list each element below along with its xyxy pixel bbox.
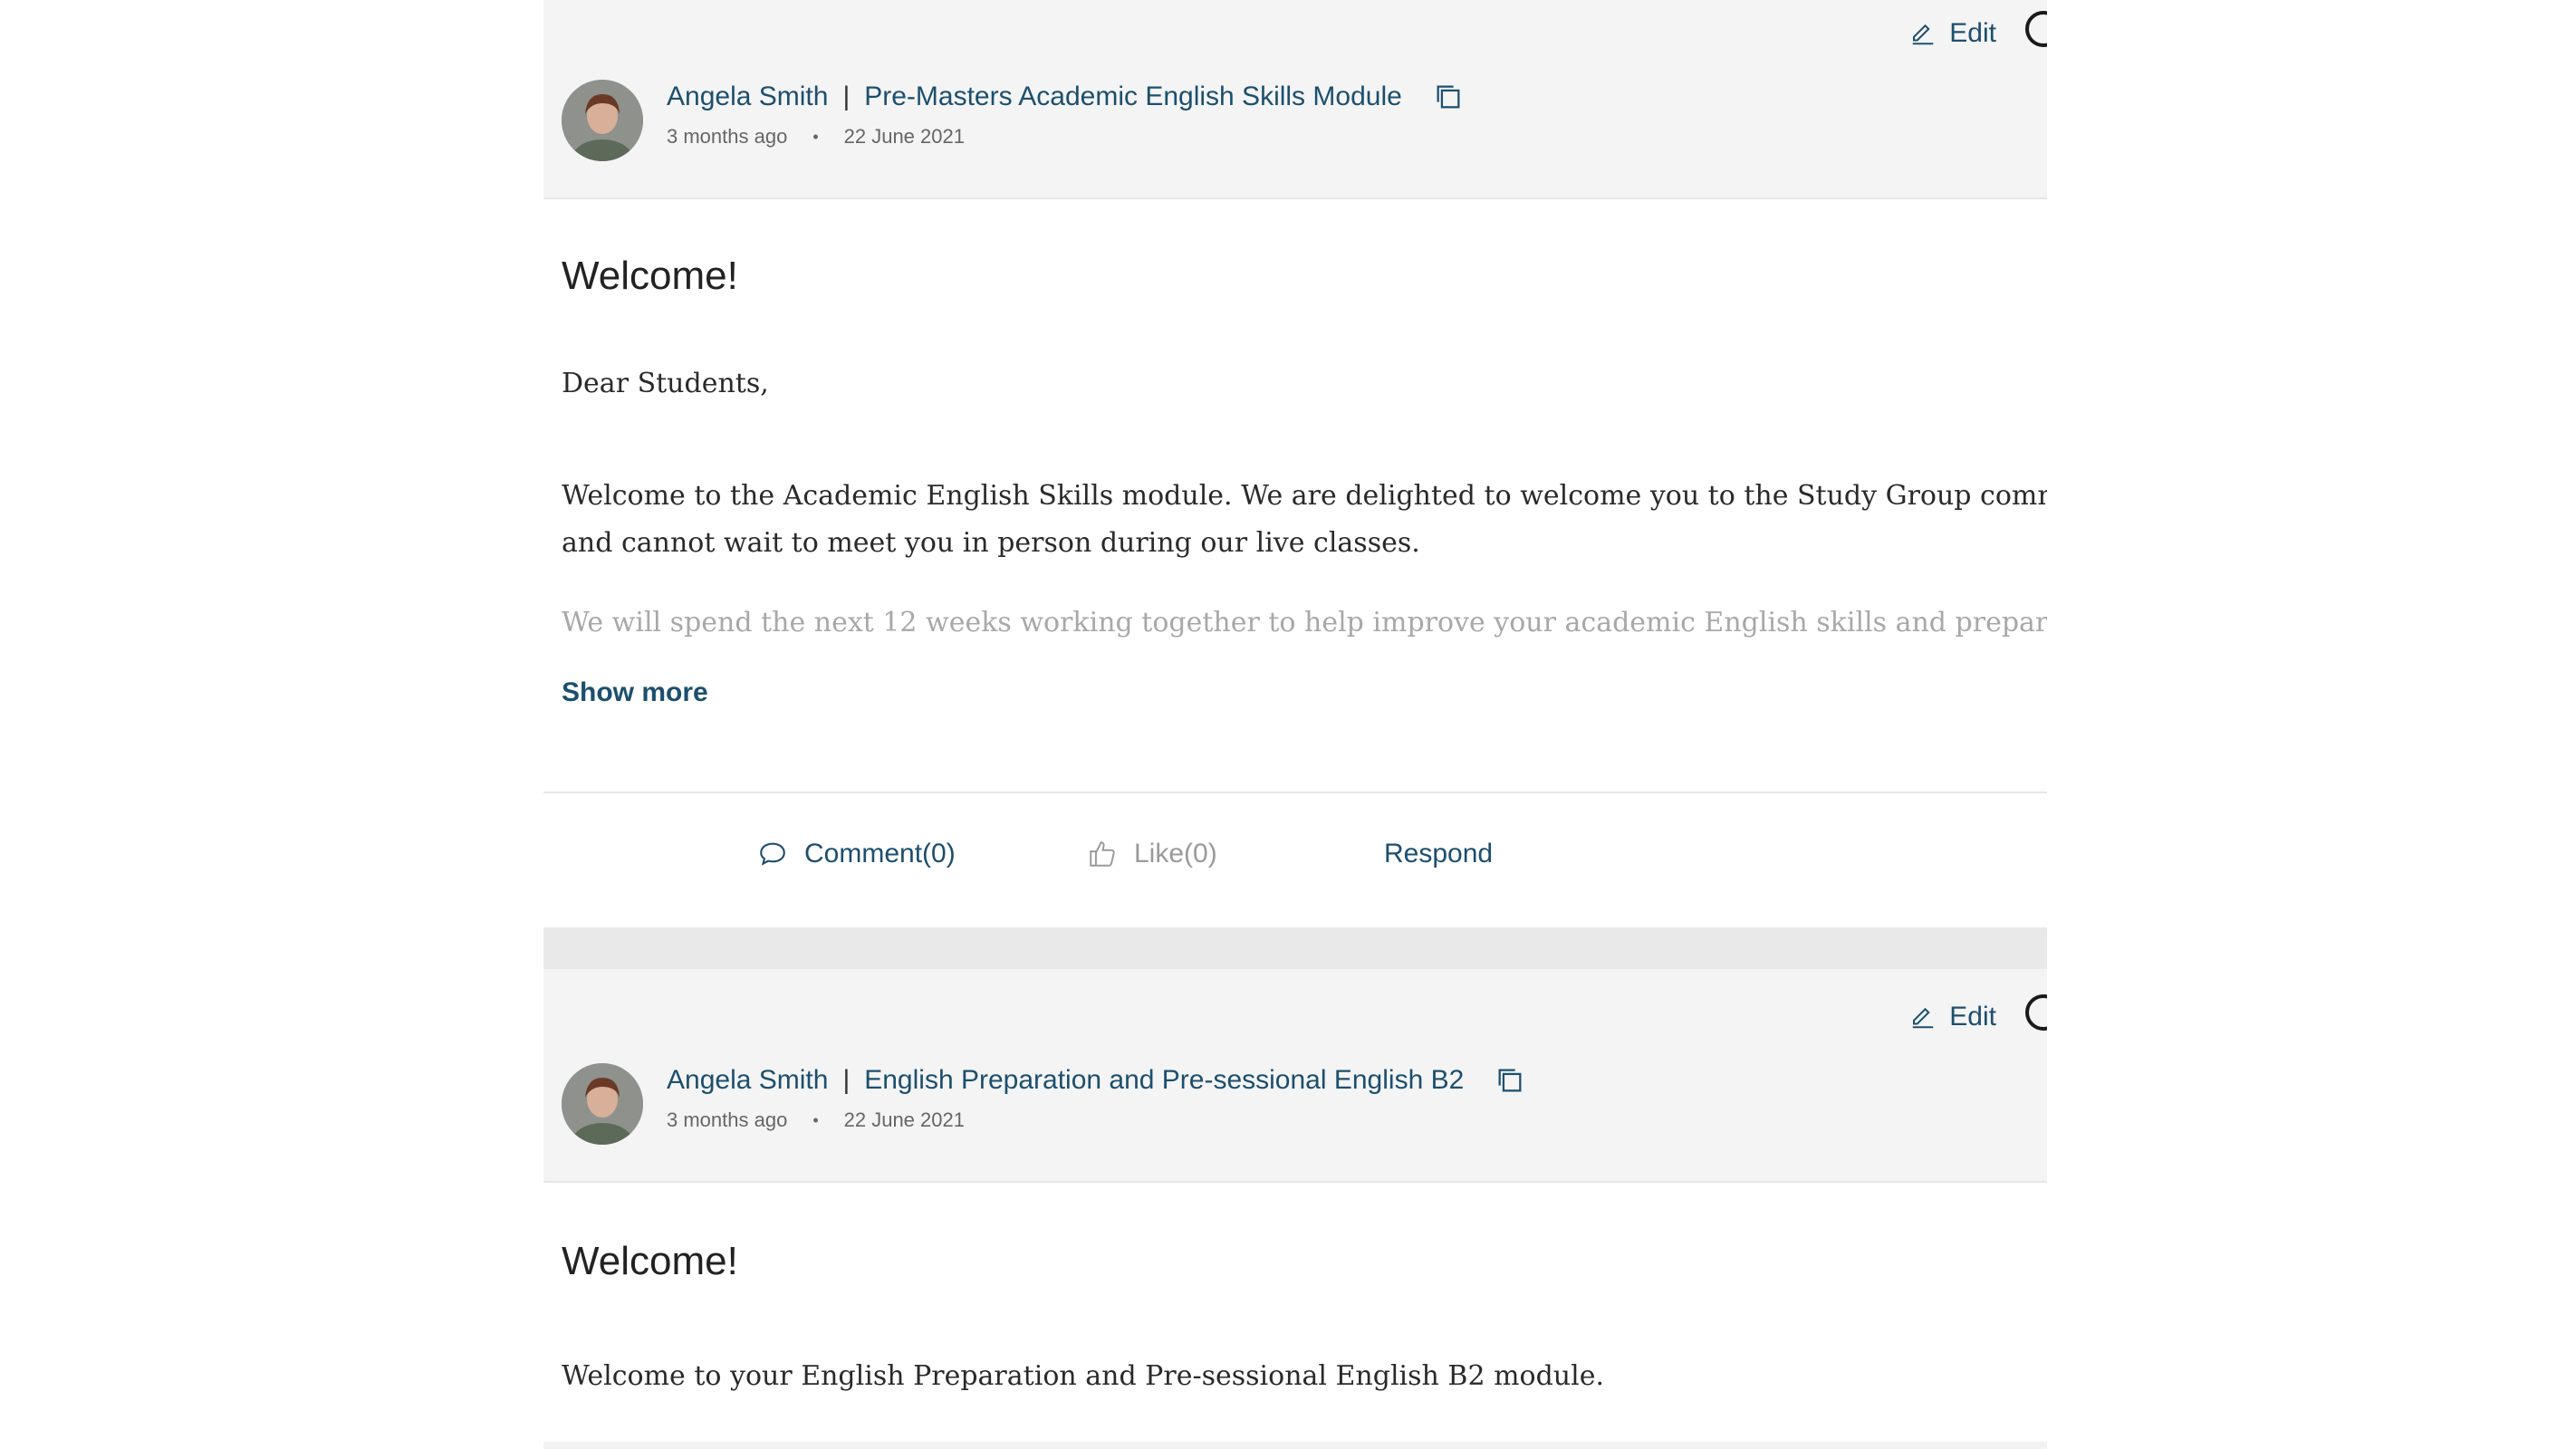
- post-greeting: Dear Students,: [562, 368, 769, 399]
- edit-label: Edit: [1949, 18, 1996, 48]
- speech-bubble-icon: [760, 842, 785, 866]
- post-footer-edge: [543, 1442, 2047, 1449]
- pencil-icon: [1913, 24, 1934, 45]
- respond-button[interactable]: Respond: [1384, 839, 1493, 869]
- like-label: Like(0): [1134, 839, 1217, 868]
- post-paragraph-faded: We will spend the next 12 weeks working …: [562, 607, 2047, 638]
- module-link[interactable]: Pre-Masters Academic English Skills Modu…: [864, 82, 1402, 112]
- more-options-button[interactable]: [2025, 994, 2047, 1031]
- post-paragraph-line: Welcome to the Academic English Skills m…: [562, 480, 2047, 512]
- edit-button[interactable]: Edit: [1909, 18, 1996, 49]
- post-meta: 3 months ago • 22 June 2021: [667, 1108, 965, 1132]
- respond-label: Respond: [1384, 839, 1494, 868]
- announcement-post: Edit Angela Smith | Pre-Masters Academic…: [543, 0, 2047, 927]
- module-link[interactable]: English Preparation and Pre-sessional En…: [864, 1065, 1464, 1096]
- show-more-link[interactable]: Show more: [562, 677, 708, 708]
- post-actions: Comment(0) Like(0) Respond: [543, 792, 2047, 927]
- meta-dot: •: [812, 127, 819, 146]
- post-title: Welcome!: [562, 1239, 738, 1283]
- post-date: 22 June 2021: [843, 1108, 965, 1131]
- relative-time: 3 months ago: [667, 1108, 788, 1131]
- thumbs-up-icon: [1090, 841, 1115, 867]
- author-name-link[interactable]: Angela Smith: [667, 82, 828, 112]
- post-header: Edit Angela Smith | Pre-Masters Academic…: [543, 0, 2047, 199]
- copy-icon[interactable]: [1433, 82, 1464, 112]
- comment-button[interactable]: Comment(0): [757, 839, 956, 869]
- more-options-button[interactable]: [2025, 11, 2047, 47]
- post-header: Edit Angela Smith | English Preparation …: [543, 969, 2047, 1183]
- post-body: Welcome! Dear Students, Welcome to the A…: [543, 199, 2047, 708]
- author-separator: |: [842, 82, 851, 111]
- comment-label: Comment(0): [804, 839, 956, 868]
- author-separator: |: [842, 1065, 851, 1095]
- post-title: Welcome!: [562, 254, 738, 298]
- post-paragraph-line: and cannot wait to meet you in person du…: [562, 527, 1420, 559]
- like-button[interactable]: Like(0): [1087, 839, 1217, 869]
- post-paragraph-line: Welcome to your English Preparation and …: [562, 1360, 1604, 1392]
- pencil-icon: [1913, 1007, 1934, 1029]
- post-meta: 3 months ago • 22 June 2021: [667, 125, 965, 149]
- copy-icon[interactable]: [1495, 1065, 1525, 1096]
- author-name-link[interactable]: Angela Smith: [667, 1065, 828, 1096]
- post-body: Welcome! Welcome to your English Prepara…: [543, 1183, 2047, 1400]
- meta-dot: •: [812, 1110, 819, 1129]
- author-line: Angela Smith | English Preparation and P…: [667, 1065, 1525, 1096]
- post-separator: [543, 927, 2047, 969]
- announcement-feed: Edit Angela Smith | Pre-Masters Academic…: [543, 0, 2047, 1449]
- edit-label: Edit: [1949, 1002, 1996, 1032]
- avatar: [562, 1063, 643, 1145]
- edit-button[interactable]: Edit: [1909, 1002, 1996, 1032]
- post-date: 22 June 2021: [843, 125, 965, 148]
- author-line: Angela Smith | Pre-Masters Academic Engl…: [667, 82, 1464, 112]
- announcement-post: Edit Angela Smith | English Preparation …: [543, 969, 2047, 1400]
- relative-time: 3 months ago: [667, 125, 788, 148]
- avatar: [562, 80, 643, 161]
